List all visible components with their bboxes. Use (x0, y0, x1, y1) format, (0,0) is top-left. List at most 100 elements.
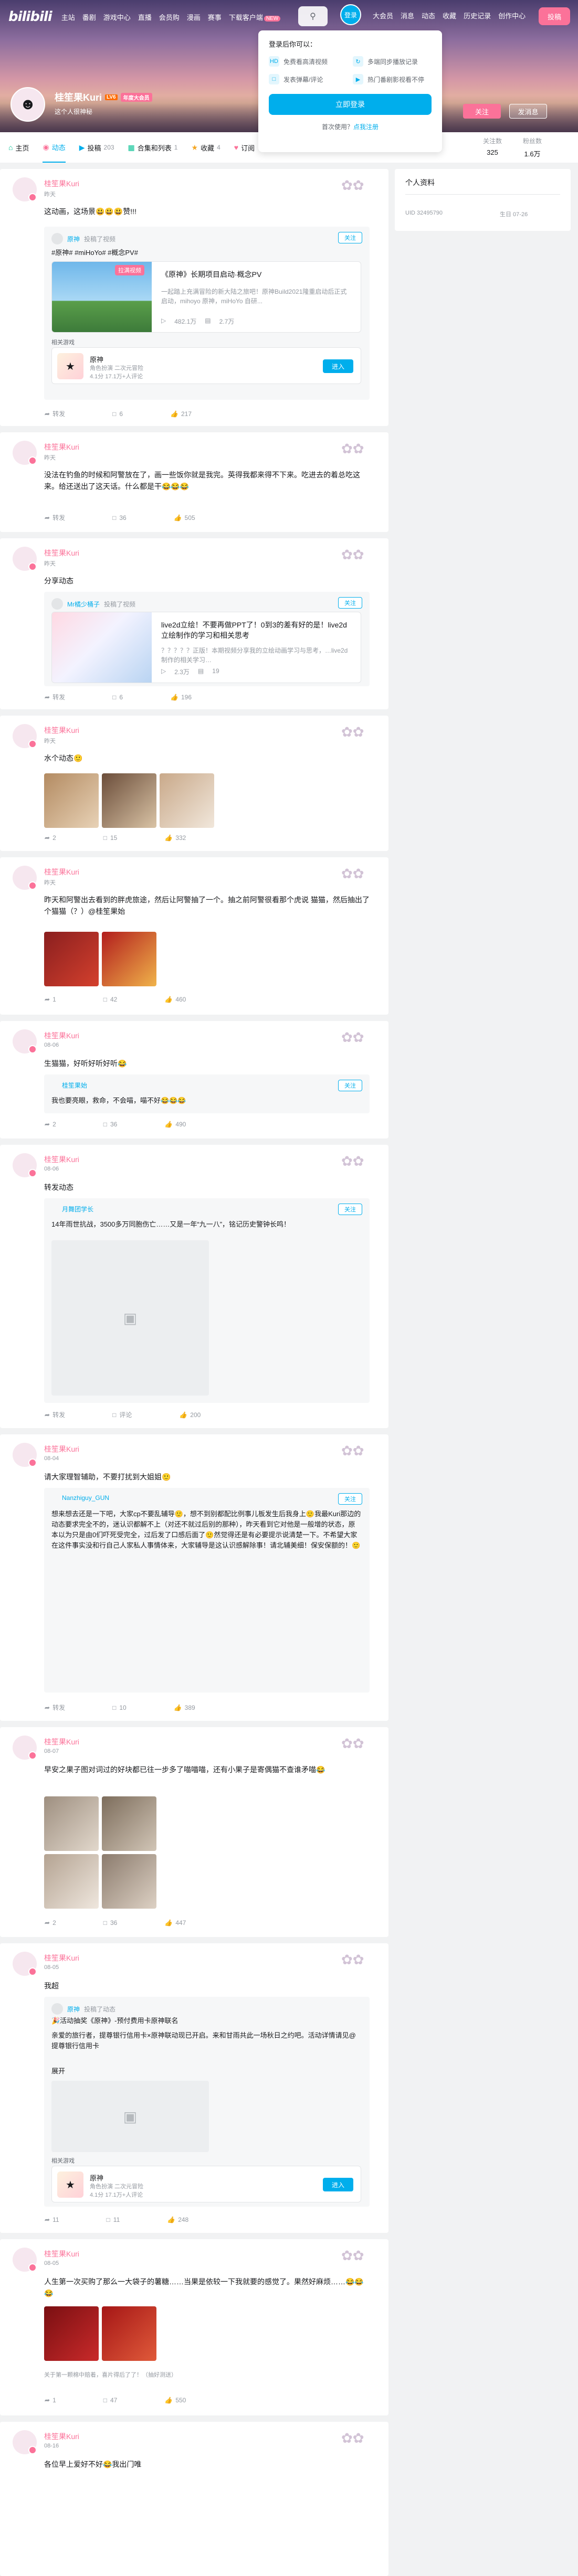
following-stat[interactable]: 关注数 325 (483, 136, 502, 158)
post-username[interactable]: 桂笙果Kuri (44, 1030, 79, 1041)
tab-home[interactable]: ⌂ 主页 (8, 132, 29, 163)
follow-button[interactable]: 关注 (463, 104, 501, 119)
like-action[interactable]: 👍 200 (179, 1410, 201, 1419)
avatar[interactable] (13, 1443, 37, 1467)
share-action[interactable]: ➦ 转发 (44, 693, 65, 701)
like-action[interactable]: 👍 248 (167, 2216, 188, 2223)
follow-small-button[interactable]: 关注 (338, 1080, 362, 1091)
post-image[interactable] (44, 1796, 99, 1851)
nav-item-manga[interactable]: 漫画 (187, 12, 201, 22)
post-image[interactable] (102, 1854, 156, 1909)
tab-favorites[interactable]: ★ 收藏 4 (191, 132, 220, 163)
comment-action[interactable]: □ 36 (103, 1121, 118, 1128)
like-action[interactable]: 👍 490 (164, 1121, 186, 1128)
comment-action[interactable]: □ 6 (112, 409, 123, 418)
game-card[interactable]: ★ 原神 角色扮演 二次元冒险 4.1分 17.1万+人评论 进入 (51, 2166, 361, 2202)
comment-action[interactable]: □ 11 (107, 2216, 120, 2223)
repost-username[interactable]: 原神 (67, 2005, 80, 2014)
post-username[interactable]: 桂笙果Kuri (44, 178, 79, 189)
repost-username[interactable]: Mr橘少桶子 (67, 600, 100, 609)
post-image[interactable] (44, 2306, 99, 2361)
avatar[interactable] (13, 1952, 37, 1976)
share-action[interactable]: ➦ 2 (44, 834, 56, 842)
post-image[interactable] (102, 2306, 156, 2361)
repost-tags[interactable]: #原神# #miHoYo# #概念PV# (51, 248, 361, 258)
post-username[interactable]: 桂笙果Kuri (44, 2249, 79, 2259)
tab-collections[interactable]: ▦ 合集和列表 1 (128, 132, 178, 163)
follow-small-button[interactable]: 关注 (338, 1493, 362, 1505)
avatar[interactable] (13, 866, 37, 890)
game-enter-button[interactable]: 进入 (323, 2178, 353, 2191)
like-action[interactable]: 👍 217 (170, 409, 192, 418)
post-username[interactable]: 桂笙果Kuri (44, 867, 79, 877)
repost-username[interactable]: 月舞团学长 (51, 1205, 93, 1214)
share-action[interactable]: ➦ 转发 (44, 1703, 65, 1712)
share-action[interactable]: ➦ 2 (44, 1919, 56, 1926)
avatar[interactable] (51, 598, 63, 610)
comment-action[interactable]: □ 10 (112, 1703, 127, 1712)
like-action[interactable]: 👍 447 (164, 1919, 186, 1926)
expand-link[interactable]: 展开 (51, 2066, 361, 2077)
like-action[interactable]: 👍 332 (164, 834, 186, 842)
avatar[interactable] (51, 233, 63, 244)
comment-action[interactable]: □ 6 (112, 693, 123, 701)
share-action[interactable]: ➦ 2 (44, 1121, 56, 1128)
follow-small-button[interactable]: 关注 (338, 597, 362, 609)
post-username[interactable]: 桂笙果Kuri (44, 1953, 79, 1963)
nav-item-shop[interactable]: 会员购 (159, 12, 180, 22)
like-action[interactable]: 👍 550 (164, 2397, 186, 2404)
comment-hint[interactable]: 关于第一颗棉中赔着，喜片得后了了！（抽好测送） (44, 2370, 177, 2379)
nav-item-download[interactable]: 下载客户端 NEW (229, 12, 281, 22)
share-action[interactable]: ➦ 转发 (44, 513, 65, 522)
register-link[interactable]: 点我注册 (353, 123, 379, 131)
post-image[interactable] (102, 773, 156, 828)
post-image[interactable] (44, 1854, 99, 1909)
post-image[interactable] (44, 932, 99, 986)
repost-username[interactable]: 原神 (67, 235, 80, 243)
bilibili-logo[interactable]: bilibili (8, 9, 52, 25)
post-image[interactable] (102, 1796, 156, 1851)
nav-item-game[interactable]: 游戏中心 (103, 12, 131, 22)
tab-subscriptions[interactable]: ♥ 订阅 (234, 132, 255, 163)
followers-stat[interactable]: 粉丝数 1.6万 (523, 136, 542, 158)
avatar[interactable] (13, 724, 37, 748)
video-card[interactable]: 拉满视频 《原神》长期项目启动·概念PV 一起踏上充满冒险的新大陆之旅吧！原神B… (51, 261, 361, 333)
nav-item-main[interactable]: 主站 (61, 12, 75, 22)
post-username[interactable]: 桂笙果Kuri (44, 548, 79, 558)
like-action[interactable]: 👍 389 (174, 1703, 195, 1712)
video-card[interactable]: live2d立绘！不要再做PPT了！0到3的差有好的是！live2d立绘制作的学… (51, 612, 361, 683)
avatar[interactable] (13, 1736, 37, 1760)
like-action[interactable]: 👍 505 (174, 513, 195, 522)
avatar[interactable] (13, 2248, 37, 2272)
tab-dynamics[interactable]: ◉ 动态 (43, 132, 66, 163)
like-action[interactable]: 👍 460 (164, 996, 186, 1003)
post-username[interactable]: 桂笙果Kuri (44, 442, 79, 452)
share-action[interactable]: ➦ 1 (44, 2397, 56, 2404)
comment-action[interactable]: □ 36 (103, 1919, 118, 1926)
avatar[interactable] (13, 1153, 37, 1177)
game-enter-button[interactable]: 进入 (323, 359, 353, 373)
message-button[interactable]: 发消息 (509, 104, 547, 119)
avatar[interactable] (13, 1029, 37, 1053)
avatar[interactable] (13, 441, 37, 465)
comment-action[interactable]: □ 评论 (112, 1410, 132, 1419)
follow-small-button[interactable]: 关注 (338, 232, 362, 243)
image-placeholder[interactable]: ▣ (51, 2081, 209, 2152)
post-image[interactable] (44, 773, 99, 828)
like-action[interactable]: 👍 196 (170, 693, 192, 701)
repost-username[interactable]: Nanzhiguy_GUN (51, 1494, 109, 1502)
video-thumbnail[interactable] (52, 612, 152, 683)
avatar[interactable] (13, 177, 37, 201)
avatar[interactable] (13, 547, 37, 571)
post-username[interactable]: 桂笙果Kuri (44, 2431, 79, 2442)
share-action[interactable]: ➦ 转发 (44, 409, 65, 418)
comment-action[interactable]: □ 42 (103, 996, 118, 1003)
comment-action[interactable]: □ 15 (103, 834, 118, 842)
login-now-button[interactable]: 立即登录 (269, 94, 432, 115)
lottery-tag[interactable]: 🎉活动抽奖《原神》-预付费用卡原神联名 (51, 2016, 361, 2026)
video-title[interactable]: 《原神》长期项目启动·概念PV (161, 269, 350, 280)
share-action[interactable]: ➦ 1 (44, 996, 56, 1003)
post-username[interactable]: 桂笙果Kuri (44, 1737, 79, 1747)
avatar[interactable] (51, 2003, 63, 2015)
nav-item-anime[interactable]: 番剧 (82, 12, 96, 22)
